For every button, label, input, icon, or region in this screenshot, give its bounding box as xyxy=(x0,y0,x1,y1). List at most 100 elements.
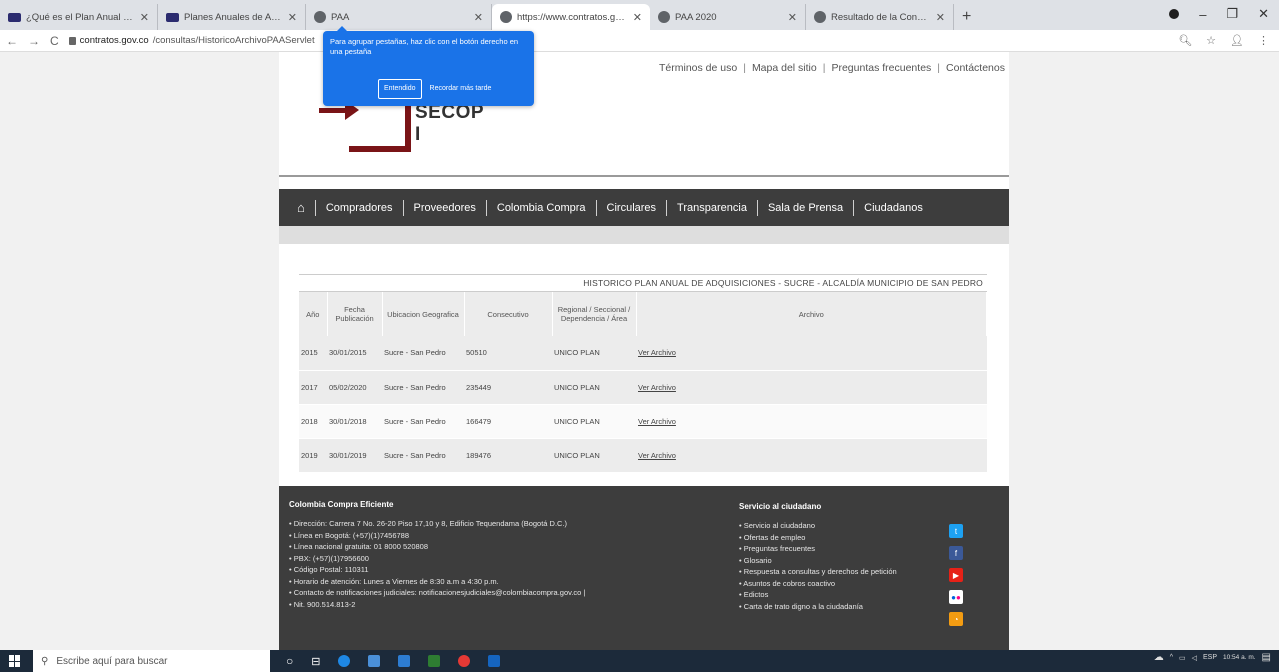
home-icon[interactable]: ⌂ xyxy=(297,200,305,215)
remind-later-button[interactable]: Recordar más tarde xyxy=(428,80,494,98)
nav-item-proveedores[interactable]: Proveedores xyxy=(402,199,486,216)
ver-archivo-link[interactable]: Ver Archivo xyxy=(636,336,987,371)
tooltip-text: Para agrupar pestañas, haz clic con el b… xyxy=(330,37,519,56)
ver-archivo-link[interactable]: Ver Archivo xyxy=(636,370,987,405)
footer-link[interactable]: Glosario xyxy=(739,555,919,567)
system-tray: ☁ ^ ▭ ◁ ESP 10:54 a. m. ▤ xyxy=(1154,652,1271,663)
zoom-icon[interactable]: 🔍︎ xyxy=(1178,34,1192,47)
browser-tab[interactable]: Planes Anuales de Adquisiciones ✕ xyxy=(158,4,306,30)
windows-start-icon[interactable] xyxy=(9,655,21,667)
browser-tab[interactable]: ¿Qué es el Plan Anual de Adqui ✕ xyxy=(0,4,158,30)
menu-icon[interactable]: ⋮ xyxy=(1258,34,1269,47)
table-caption: HISTORICO PLAN ANUAL DE ADQUISICIONES - … xyxy=(299,274,987,292)
footer-link[interactable]: Carta de trato digno a la ciudadanía xyxy=(739,601,919,613)
entendido-button[interactable]: Entendido xyxy=(378,79,422,99)
window-controls: – ❐ ✕ xyxy=(1169,0,1279,28)
chrome-icon[interactable] xyxy=(458,655,471,667)
col-header: Regional / Seccional / Dependencia / Áre… xyxy=(552,292,637,336)
footer-legal-contact[interactable]: Contacto de notificaciones judiciales: n… xyxy=(289,587,709,599)
footer-link[interactable]: Respuesta a consultas y derechos de peti… xyxy=(739,566,919,578)
notifications-icon[interactable]: ▤ xyxy=(1262,652,1271,663)
footer-link[interactable]: Asuntos de cobros coactivo xyxy=(739,578,919,590)
flickr-icon[interactable]: ● ● xyxy=(949,590,963,604)
browser-tab[interactable]: PAA 2020 ✕ xyxy=(650,4,806,30)
site-favicon-icon xyxy=(658,11,670,23)
tab-title: Planes Anuales de Adquisiciones xyxy=(184,11,283,23)
faq-link[interactable]: Preguntas frecuentes xyxy=(831,62,931,74)
maximize-icon[interactable]: ❐ xyxy=(1226,6,1238,22)
youtube-icon[interactable]: ▶ xyxy=(949,568,963,582)
file-explorer-icon[interactable] xyxy=(368,655,381,667)
bookmark-star-icon[interactable]: ☆ xyxy=(1206,34,1216,47)
logo-text: SECOP I xyxy=(415,102,484,145)
footer-link[interactable]: Preguntas frecuentes xyxy=(739,543,919,555)
volume-icon[interactable]: ◁ xyxy=(1192,654,1197,662)
profile-icon[interactable] xyxy=(1169,9,1180,19)
clock[interactable]: 10:54 a. m. xyxy=(1223,654,1256,662)
nav-item-sala-de-prensa[interactable]: Sala de Prensa xyxy=(756,199,853,216)
nav-item-compradores[interactable]: Compradores xyxy=(314,199,403,216)
close-tab-icon[interactable]: ✕ xyxy=(788,11,797,24)
table-row: 2015 30/01/2015 Sucre - San Pedro 50510 … xyxy=(299,336,987,371)
excel-icon[interactable] xyxy=(428,655,441,667)
cortana-icon[interactable]: ○ xyxy=(286,654,293,668)
secop-logo[interactable]: SECOP I xyxy=(319,92,483,202)
language-indicator[interactable]: ESP xyxy=(1203,654,1217,661)
twitter-icon[interactable]: t xyxy=(949,524,963,538)
account-icon[interactable]: 👤︎ xyxy=(1230,34,1244,47)
forward-icon[interactable]: → xyxy=(28,34,40,48)
tab-group-tooltip: Para agrupar pestañas, haz clic con el b… xyxy=(323,26,534,106)
page-content: Términos de uso | Mapa del sitio | Pregunt… xyxy=(279,52,1009,650)
col-header: Archivo xyxy=(636,292,987,336)
browser-tab-active[interactable]: https://www.contratos.gov.co/c ✕ xyxy=(492,4,650,30)
nav-item-ciudadanos[interactable]: Ciudadanos xyxy=(853,199,933,216)
cell-ubicacion: Sucre - San Pedro xyxy=(382,404,464,439)
cell-consecutivo: 235449 xyxy=(464,370,552,405)
close-window-icon[interactable]: ✕ xyxy=(1258,6,1269,22)
footer-contact: Colombia Compra Eficiente Dirección: Car… xyxy=(289,500,709,610)
contact-link[interactable]: Contáctenos xyxy=(946,62,1005,74)
header-links: Términos de uso | Mapa del sitio | Pregunt… xyxy=(659,62,1005,74)
minimize-icon[interactable]: – xyxy=(1199,7,1206,22)
mail-icon[interactable] xyxy=(398,655,411,667)
nav-item-circulares[interactable]: Circulares xyxy=(595,199,667,216)
footer-phone-bogota: Línea en Bogotá: (+57)(1)7456788 xyxy=(289,530,709,542)
terms-link[interactable]: Términos de uso xyxy=(659,62,737,74)
nav-item-colombia-compra[interactable]: Colombia Compra xyxy=(485,199,596,216)
close-tab-icon[interactable]: ✕ xyxy=(288,11,297,24)
col-header: Ubicacion Geografica xyxy=(382,292,465,336)
nav-item-transparencia[interactable]: Transparencia xyxy=(666,199,757,216)
footer-link[interactable]: Ofertas de empleo xyxy=(739,532,919,544)
taskbar-search[interactable]: ⚲ Escribe aquí para buscar xyxy=(33,650,270,672)
table-row: 2018 30/01/2018 Sucre - San Pedro 166479… xyxy=(299,404,987,439)
footer-link[interactable]: Servicio al ciudadano xyxy=(739,520,919,532)
task-view-icon[interactable]: ⊟ xyxy=(311,655,320,668)
taskbar-apps: ○ ⊟ xyxy=(286,654,501,668)
divider xyxy=(279,175,1009,177)
cell-anio: 2017 xyxy=(299,370,327,405)
reload-icon[interactable]: C xyxy=(50,34,59,48)
cell-consecutivo: 189476 xyxy=(464,438,552,473)
social-links: t f ▶ ● ● ◔ xyxy=(949,524,963,626)
weather-icon[interactable]: ☁ xyxy=(1154,652,1164,663)
browser-tab[interactable]: Resultado de la Consulta ✕ xyxy=(806,4,954,30)
cell-consecutivo: 166479 xyxy=(464,404,552,439)
browser-tab[interactable]: PAA ✕ xyxy=(306,4,492,30)
footer-link[interactable]: Edictos xyxy=(739,589,919,601)
rss-icon[interactable]: ◔ xyxy=(949,612,963,626)
ver-archivo-link[interactable]: Ver Archivo xyxy=(636,404,987,439)
close-tab-icon[interactable]: ✕ xyxy=(936,11,945,24)
ver-archivo-link[interactable]: Ver Archivo xyxy=(636,438,987,473)
new-tab-button[interactable]: + xyxy=(954,4,979,30)
network-icon[interactable]: ▭ xyxy=(1179,654,1186,662)
back-icon[interactable]: ← xyxy=(6,34,18,48)
tray-chevron-icon[interactable]: ^ xyxy=(1170,654,1173,661)
close-tab-icon[interactable]: ✕ xyxy=(633,11,642,24)
sitemap-link[interactable]: Mapa del sitio xyxy=(752,62,817,74)
word-icon[interactable] xyxy=(488,655,501,667)
facebook-icon[interactable]: f xyxy=(949,546,963,560)
edge-icon[interactable] xyxy=(338,655,351,667)
close-tab-icon[interactable]: ✕ xyxy=(140,11,149,24)
url-field[interactable]: contratos.gov.co/consultas/HistoricoArch… xyxy=(68,35,315,46)
close-tab-icon[interactable]: ✕ xyxy=(474,11,483,24)
